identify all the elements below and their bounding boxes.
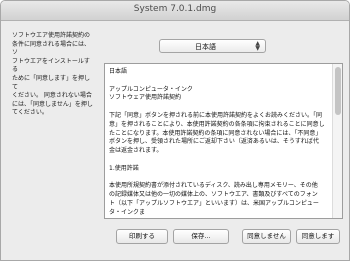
instructions-text: ソフトウエア使用許諾契約の 条件に同意される場合には、ソ フトウエアをインストー… (12, 32, 93, 117)
save-button[interactable]: 保存... (173, 229, 229, 244)
license-window: System 7.0.1.dmg ソフトウエア使用許諾契約の 条件に同意される場… (0, 0, 350, 261)
language-select[interactable]: 日本語 ▲ ▼ (159, 39, 266, 53)
license-scrollbar[interactable] (332, 64, 342, 218)
updown-arrows-icon: ▲ ▼ (255, 40, 260, 52)
print-button[interactable]: 印刷する (116, 229, 168, 244)
scroll-thumb[interactable] (335, 67, 341, 115)
title-bar[interactable]: System 7.0.1.dmg (1, 1, 349, 21)
agree-button[interactable]: 同意します (296, 229, 340, 244)
language-select-value: 日本語 (195, 43, 216, 51)
disagree-button[interactable]: 同意しません (242, 229, 291, 244)
license-text: 日本語 アップルコンピュータ・インク ソフトウェア使用許諾契約 下記「同意」ボタ… (109, 68, 325, 216)
window-title: System 7.0.1.dmg (133, 4, 217, 14)
license-text-area[interactable]: 日本語 アップルコンピュータ・インク ソフトウェア使用許諾契約 下記「同意」ボタ… (104, 63, 343, 219)
